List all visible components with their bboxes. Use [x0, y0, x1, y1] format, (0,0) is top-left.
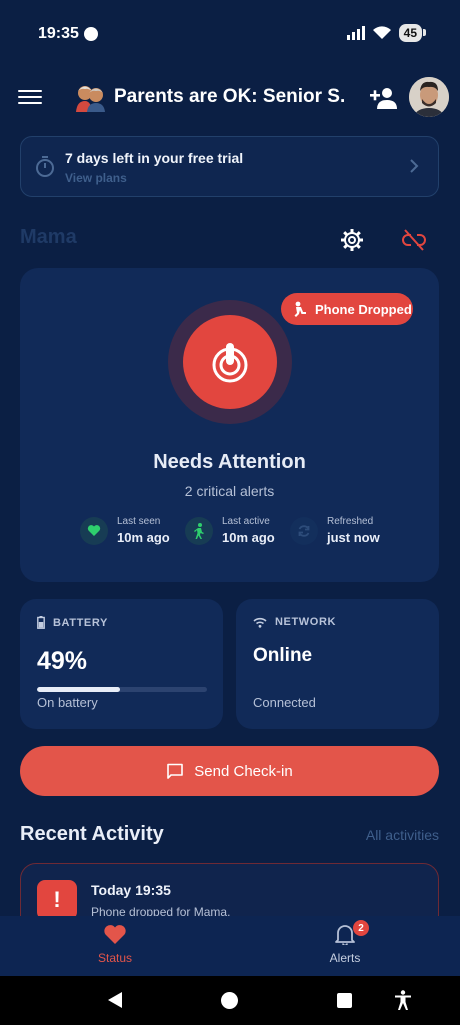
metric-label: Last seen — [117, 516, 161, 527]
metric-icon-circle — [185, 516, 213, 545]
network-header: NETWORK — [253, 616, 336, 628]
back-icon[interactable] — [107, 991, 123, 1009]
home-icon[interactable] — [221, 992, 238, 1009]
nav-status[interactable]: Status — [55, 924, 175, 965]
metric-last-seen: Last seen 10m ago — [80, 516, 170, 545]
metric-value: 10m ago — [222, 530, 275, 545]
accessibility-icon[interactable] — [395, 990, 411, 1010]
metric-label: Refreshed — [327, 516, 374, 527]
avatar[interactable] — [409, 77, 449, 117]
battery-progress — [37, 687, 207, 692]
user-photo-icon — [409, 77, 449, 117]
battery-status: On battery — [37, 695, 98, 710]
metric-icon-circle — [290, 516, 318, 545]
profile-name: Mama — [20, 226, 77, 248]
unlink-icon[interactable] — [402, 229, 426, 251]
app-logo-icon — [76, 86, 105, 112]
status-title: Needs Attention — [153, 451, 306, 473]
metric-last-active: Last active 10m ago — [185, 516, 275, 545]
bottom-nav: Status 2 Alerts — [0, 916, 460, 976]
heart-icon — [104, 925, 126, 944]
status-bar: 19:35 45 — [0, 0, 460, 68]
battery-value: 49% — [37, 647, 88, 675]
battery-card[interactable]: BATTERY 49% On battery — [20, 599, 223, 729]
nav-alerts[interactable]: 2 Alerts — [285, 920, 405, 965]
nav-alerts-label: Alerts — [329, 951, 361, 965]
alerts-count-badge: 2 — [353, 920, 369, 936]
metric-refreshed: Refreshed just now — [290, 516, 380, 545]
network-card[interactable]: NETWORK Online Connected — [236, 599, 439, 729]
add-user-icon[interactable] — [370, 85, 398, 111]
alert-button[interactable] — [183, 315, 277, 409]
chevron-right-icon — [410, 159, 419, 173]
metric-value: just now — [327, 530, 380, 545]
battery-label: BATTERY — [53, 616, 108, 629]
wifi-icon — [253, 617, 267, 628]
menu-bar — [18, 89, 42, 92]
stopwatch-icon — [36, 156, 54, 177]
system-nav-bar — [0, 976, 460, 1025]
recents-icon[interactable] — [337, 993, 352, 1008]
bell-icon — [335, 925, 355, 945]
metric-icon-circle — [80, 516, 108, 545]
refresh-icon — [298, 524, 310, 537]
network-label: NETWORK — [275, 616, 337, 628]
message-icon — [167, 763, 184, 779]
send-check-in-label: Send Check-in — [194, 762, 293, 780]
view-plans-link[interactable]: View plans — [65, 171, 127, 185]
gear-icon[interactable] — [340, 228, 364, 252]
battery-indicator: 45 — [398, 24, 427, 42]
network-status: Connected — [253, 695, 316, 710]
metric-value: 10m ago — [117, 530, 170, 545]
battery-icon — [37, 616, 45, 629]
clock: 19:35 — [38, 25, 79, 42]
status-card: Phone Dropped Needs Attention 2 critical… — [20, 268, 439, 582]
battery-header: BATTERY — [37, 616, 108, 629]
trial-title: 7 days left in your free trial — [65, 150, 244, 166]
send-check-in-button[interactable]: Send Check-in — [20, 746, 439, 796]
app-title: Parents are OK: Senior S... — [114, 86, 344, 107]
heart-icon — [87, 525, 101, 536]
phone-dropped-badge: Phone Dropped — [281, 293, 413, 325]
nav-status-label: Status — [97, 951, 133, 965]
walking-icon — [194, 522, 204, 539]
falling-person-icon — [294, 301, 306, 317]
status-icons: 45 — [346, 24, 427, 42]
status-subtitle: 2 critical alerts — [184, 483, 275, 499]
network-value: Online — [253, 645, 313, 666]
battery-progress-fill — [37, 687, 121, 692]
phone-dropped-label: Phone Dropped — [315, 301, 412, 317]
wifi-icon — [372, 26, 391, 39]
activity-time: Today 19:35 — [91, 882, 171, 898]
menu-button[interactable] — [18, 86, 42, 110]
menu-bar — [18, 95, 42, 98]
trial-banner[interactable]: 7 days left in your free trial View plan… — [20, 136, 439, 197]
metric-label: Last active — [222, 516, 270, 527]
all-activities-link[interactable]: All activities — [366, 827, 439, 843]
recent-activity-title: Recent Activity — [20, 823, 164, 845]
exclamation-icon: ! — [37, 880, 77, 920]
signal-icon — [346, 26, 365, 40]
menu-bar — [18, 101, 42, 104]
alarm-icon — [212, 343, 248, 383]
notification-dot-icon — [84, 27, 98, 41]
